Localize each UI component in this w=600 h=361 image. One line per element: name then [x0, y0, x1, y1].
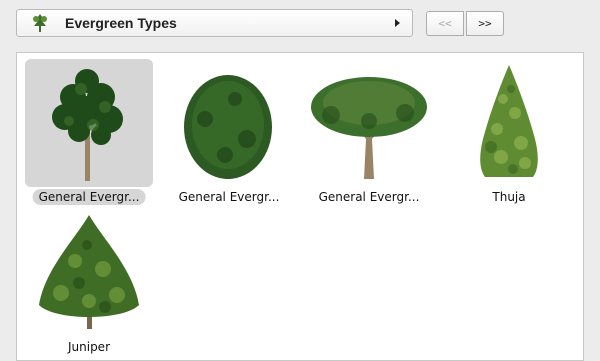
thuja-icon	[480, 65, 538, 177]
thumbnail	[305, 59, 433, 187]
item-label: Juniper	[67, 340, 111, 354]
item-label: General Evergr...	[178, 190, 280, 204]
disclosure-arrow-icon	[395, 19, 400, 27]
grid-item-general-evergreen-3[interactable]: General Evergr...	[305, 59, 433, 209]
previous-page-button[interactable]: <<	[426, 11, 464, 36]
broadleaf-tree-icon	[52, 69, 123, 181]
thumbnail	[25, 59, 153, 187]
grid-item-general-evergreen-2[interactable]: General Evergr...	[165, 59, 293, 209]
thumbnail	[165, 59, 293, 187]
next-page-button[interactable]: >>	[466, 11, 504, 36]
thumbnail	[25, 209, 153, 337]
item-label: General Evergr...	[32, 189, 146, 205]
tree-icon	[33, 14, 47, 32]
juniper-icon	[39, 215, 139, 329]
item-label: Thuja	[492, 190, 526, 204]
toolbar: Evergreen Types << >>	[0, 0, 600, 48]
bushy-conifer-icon	[184, 75, 272, 179]
item-label: General Evergr...	[318, 190, 420, 204]
grid-item-juniper[interactable]: Juniper	[25, 209, 153, 359]
category-label: Evergreen Types	[65, 15, 177, 31]
wide-canopy-tree-icon	[311, 77, 427, 179]
grid-item-thuja[interactable]: Thuja	[445, 59, 573, 209]
grid-item-general-evergreen-1[interactable]: General Evergr...	[25, 59, 153, 209]
category-select[interactable]: Evergreen Types	[16, 9, 413, 37]
object-grid: General Evergr... General Evergr... Gene…	[16, 52, 584, 361]
thumbnail	[445, 59, 573, 187]
